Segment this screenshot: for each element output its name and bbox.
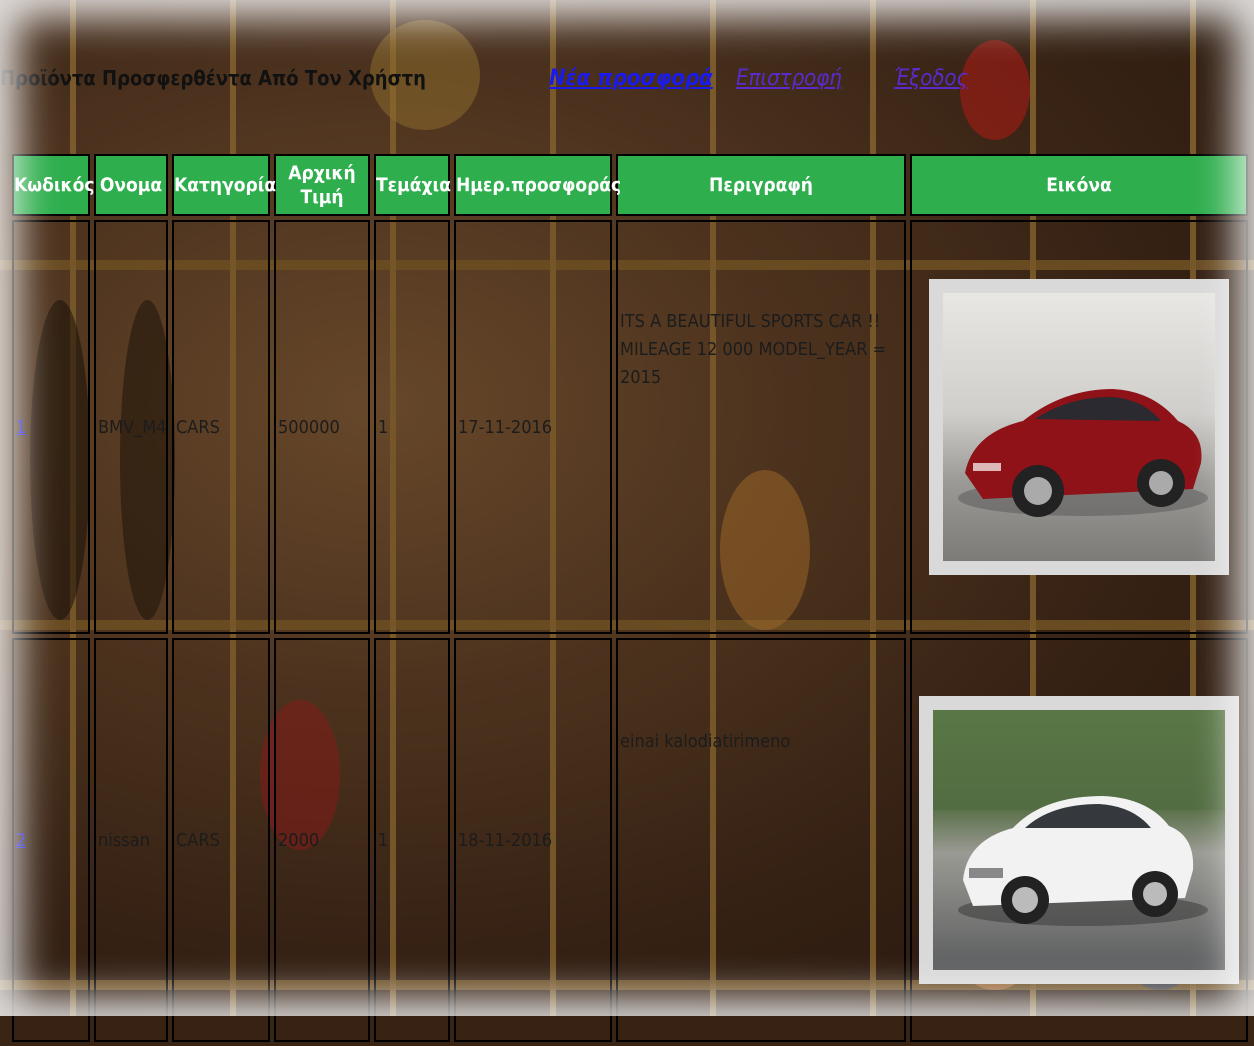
pieces-cell: 1 [374, 220, 450, 634]
column-header-price: Αρχική Τιμή [274, 154, 370, 216]
product-price: 500000 [278, 416, 340, 438]
product-name: nissan [98, 829, 150, 851]
column-header-code: Κωδικός [12, 154, 95, 216]
top-bar: Προϊόντα Προσφερθέντα Από Τον Χρήστη Νέα… [0, 66, 1254, 100]
product-pieces: 1 [378, 829, 389, 851]
image-cell [910, 220, 1248, 634]
product-description: ITS A BEAUTIFUL SPORTS CAR !! MILEAGE 12… [620, 311, 887, 388]
exit-link[interactable]: Έξοδος [894, 66, 968, 91]
back-link[interactable]: Επιστροφή [736, 66, 842, 91]
price-cell: 500000 [274, 220, 370, 634]
product-price: 2000 [278, 829, 320, 851]
pieces-cell: 1 [374, 638, 450, 1042]
name-cell: BMV_M4 [94, 220, 168, 634]
image-cell [910, 638, 1248, 1042]
product-category: CARS [176, 416, 220, 438]
code-cell: 2 [12, 638, 90, 1042]
column-header-name: Ονομα [94, 154, 168, 216]
description-cell: ITS A BEAUTIFUL SPORTS CAR !! MILEAGE 12… [616, 220, 906, 634]
column-header-date: Ημερ.προσφοράς [454, 154, 621, 216]
name-cell: nissan [94, 638, 168, 1042]
table-row: 1 BMV_M4 CARS 500000 1 17-11-2016 ITS A … [12, 220, 1248, 634]
white-sedan-photo [933, 710, 1225, 970]
product-code-link[interactable]: 2 [14, 830, 26, 851]
offer-date: 17-11-2016 [458, 416, 553, 438]
product-description: einai kalodiatirimeno [620, 731, 791, 752]
product-code-link[interactable]: 1 [14, 417, 26, 438]
column-header-category: Κατηγορία [172, 154, 276, 216]
price-cell: 2000 [274, 638, 370, 1042]
table-row: 2 nissan CARS 2000 1 18-11-2016 einai ka… [12, 638, 1248, 1042]
description-cell: einai kalodiatirimeno [616, 638, 906, 1042]
offers-table: Κωδικός Ονομα Κατηγορία Αρχική Τιμή Τεμά… [8, 150, 1252, 1046]
image-frame [919, 696, 1239, 984]
product-category: CARS [176, 829, 220, 851]
column-header-image: Εικόνα [910, 154, 1248, 216]
page-title: Προϊόντα Προσφερθέντα Από Τον Χρήστη [0, 66, 426, 90]
red-sports-car-photo [943, 293, 1215, 561]
offer-date: 18-11-2016 [458, 829, 553, 851]
table-header-row: Κωδικός Ονομα Κατηγορία Αρχική Τιμή Τεμά… [12, 154, 1248, 216]
car-icon [933, 710, 1225, 926]
new-offer-link[interactable]: Νέα προσφορά [549, 66, 713, 91]
date-cell: 17-11-2016 [454, 220, 612, 634]
image-frame [929, 279, 1229, 575]
category-cell: CARS [172, 638, 270, 1042]
code-cell: 1 [12, 220, 90, 634]
product-name: BMV_M4 [98, 416, 166, 438]
column-header-pieces: Τεμάχια [374, 154, 451, 216]
column-header-description: Περιγραφή [616, 154, 906, 216]
date-cell: 18-11-2016 [454, 638, 612, 1042]
category-cell: CARS [172, 220, 270, 634]
product-pieces: 1 [378, 416, 389, 438]
car-icon [958, 389, 1208, 517]
